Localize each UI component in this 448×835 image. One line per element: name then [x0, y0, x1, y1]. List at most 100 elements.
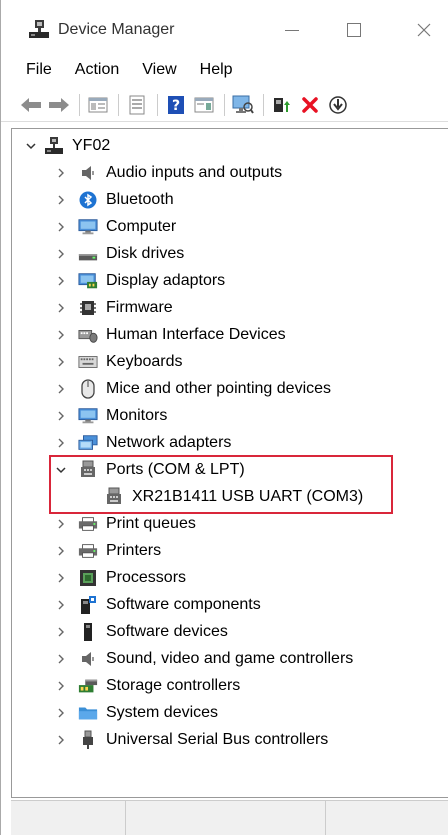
tree-item-label: Computer: [106, 217, 177, 235]
chevron-right-icon[interactable]: [54, 733, 68, 747]
mouse-icon: [78, 378, 98, 399]
chevron-right-icon[interactable]: [54, 355, 68, 369]
tree-item-label: System devices: [106, 703, 219, 721]
chevron-right-icon[interactable]: [54, 625, 68, 639]
tree-item-display-adaptors[interactable]: Display adaptors: [54, 267, 225, 294]
tree-item-bluetooth[interactable]: Bluetooth: [54, 186, 174, 213]
menu-help[interactable]: Help: [200, 61, 233, 79]
toolbar-separator: [157, 93, 158, 116]
chevron-down-icon[interactable]: [24, 139, 38, 153]
close-button[interactable]: [401, 14, 447, 46]
tree-item-software-components[interactable]: Software components: [54, 591, 261, 618]
toolbar-separator: [118, 93, 119, 116]
help-button[interactable]: ?: [164, 93, 188, 117]
tree-item-disk-drives[interactable]: Disk drives: [54, 240, 184, 267]
tree-item-label: Sound, video and game controllers: [106, 649, 354, 667]
tree-item-print-queues[interactable]: Print queues: [54, 510, 196, 537]
chevron-right-icon[interactable]: [54, 571, 68, 585]
toolbar-separator: [79, 93, 80, 116]
status-bar: [11, 800, 448, 835]
tree-item-mice[interactable]: Mice and other pointing devices: [54, 375, 331, 402]
status-cell: [126, 801, 326, 835]
tree-item-label: Keyboards: [106, 352, 183, 370]
firmware-icon: [78, 298, 98, 318]
tree-item-label: Bluetooth: [106, 190, 174, 208]
chevron-right-icon[interactable]: [54, 436, 68, 450]
chevron-right-icon[interactable]: [54, 301, 68, 315]
minimize-button[interactable]: [269, 14, 315, 46]
tree-item-label: Processors: [106, 568, 187, 586]
tree-item-firmware[interactable]: Firmware: [54, 294, 173, 321]
chevron-right-icon[interactable]: [54, 247, 68, 261]
tree-item-label: Storage controllers: [106, 676, 241, 694]
device-manager-window: Device Manager File Action View Help ? Y…: [0, 0, 448, 835]
tree-item-monitors[interactable]: Monitors: [54, 402, 167, 429]
install-button[interactable]: [326, 93, 350, 117]
tree-item-software-devices[interactable]: Software devices: [54, 618, 228, 645]
tree-item-processors[interactable]: Processors: [54, 564, 186, 591]
tree-item-label: Disk drives: [106, 244, 185, 262]
printer-icon: [78, 541, 98, 561]
uninstall-button[interactable]: [298, 93, 322, 117]
chevron-right-icon[interactable]: [54, 409, 68, 423]
title-bar: Device Manager: [1, 0, 448, 55]
properties-icon: [129, 95, 145, 114]
scan-hardware-icon: [232, 95, 254, 114]
forward-button[interactable]: [47, 93, 71, 117]
update-driver-button[interactable]: [270, 93, 294, 117]
menu-view[interactable]: View: [142, 61, 176, 79]
computer-icon: [44, 136, 64, 156]
show-hide-tree-button[interactable]: [86, 93, 110, 117]
display-adapter-icon: [78, 271, 98, 291]
tree-item-label: Firmware: [106, 298, 173, 316]
network-icon: [78, 433, 98, 453]
chevron-right-icon[interactable]: [54, 274, 68, 288]
toolbar-separator: [263, 93, 264, 116]
maximize-button[interactable]: [331, 14, 377, 46]
chevron-right-icon[interactable]: [54, 652, 68, 666]
minimize-icon: [285, 29, 299, 31]
tree-item-label: Software devices: [106, 622, 228, 640]
tree-item-label: Audio inputs and outputs: [106, 163, 283, 181]
chevron-right-icon[interactable]: [54, 679, 68, 693]
tree-item-audio[interactable]: Audio inputs and outputs: [54, 159, 282, 186]
back-button[interactable]: [19, 93, 43, 117]
tree-item-sound-video[interactable]: Sound, video and game controllers: [54, 645, 353, 672]
chevron-right-icon[interactable]: [54, 517, 68, 531]
chevron-right-icon[interactable]: [54, 193, 68, 207]
tree-root[interactable]: YF02: [24, 132, 110, 159]
chevron-right-icon[interactable]: [54, 220, 68, 234]
system-folder-icon: [78, 703, 98, 723]
tree-item-network-adapters[interactable]: Network adapters: [54, 429, 231, 456]
tree-item-hid[interactable]: Human Interface Devices: [54, 321, 286, 348]
properties-button[interactable]: [125, 93, 149, 117]
tree-item-system-devices[interactable]: System devices: [54, 699, 218, 726]
speaker-icon: [78, 649, 98, 669]
status-cell: [11, 801, 126, 835]
chevron-right-icon[interactable]: [54, 598, 68, 612]
chevron-right-icon[interactable]: [54, 328, 68, 342]
window-title: Device Manager: [58, 21, 175, 38]
bluetooth-icon: [78, 190, 98, 210]
tree-item-label: Print queues: [106, 514, 196, 532]
software-device-icon: [78, 622, 98, 642]
chevron-right-icon[interactable]: [54, 706, 68, 720]
tree-item-usb-controllers[interactable]: Universal Serial Bus controllers: [54, 726, 328, 753]
scan-hardware-button[interactable]: [231, 93, 255, 117]
menu-file[interactable]: File: [26, 61, 52, 79]
highlight-annotation: [49, 455, 393, 514]
processor-icon: [78, 568, 98, 588]
tree-item-keyboards[interactable]: Keyboards: [54, 348, 183, 375]
tree-item-computer[interactable]: Computer: [54, 213, 176, 240]
tree-item-printers[interactable]: Printers: [54, 537, 161, 564]
menu-action[interactable]: Action: [75, 61, 119, 79]
chevron-right-icon[interactable]: [54, 544, 68, 558]
toolbar-separator: [224, 93, 225, 116]
action-pane-button[interactable]: [192, 93, 216, 117]
tree-item-storage-controllers[interactable]: Storage controllers: [54, 672, 240, 699]
uninstall-icon: [302, 96, 318, 113]
software-component-icon: [78, 595, 98, 615]
action-pane-icon: [194, 97, 214, 112]
chevron-right-icon[interactable]: [54, 382, 68, 396]
chevron-right-icon[interactable]: [54, 166, 68, 180]
